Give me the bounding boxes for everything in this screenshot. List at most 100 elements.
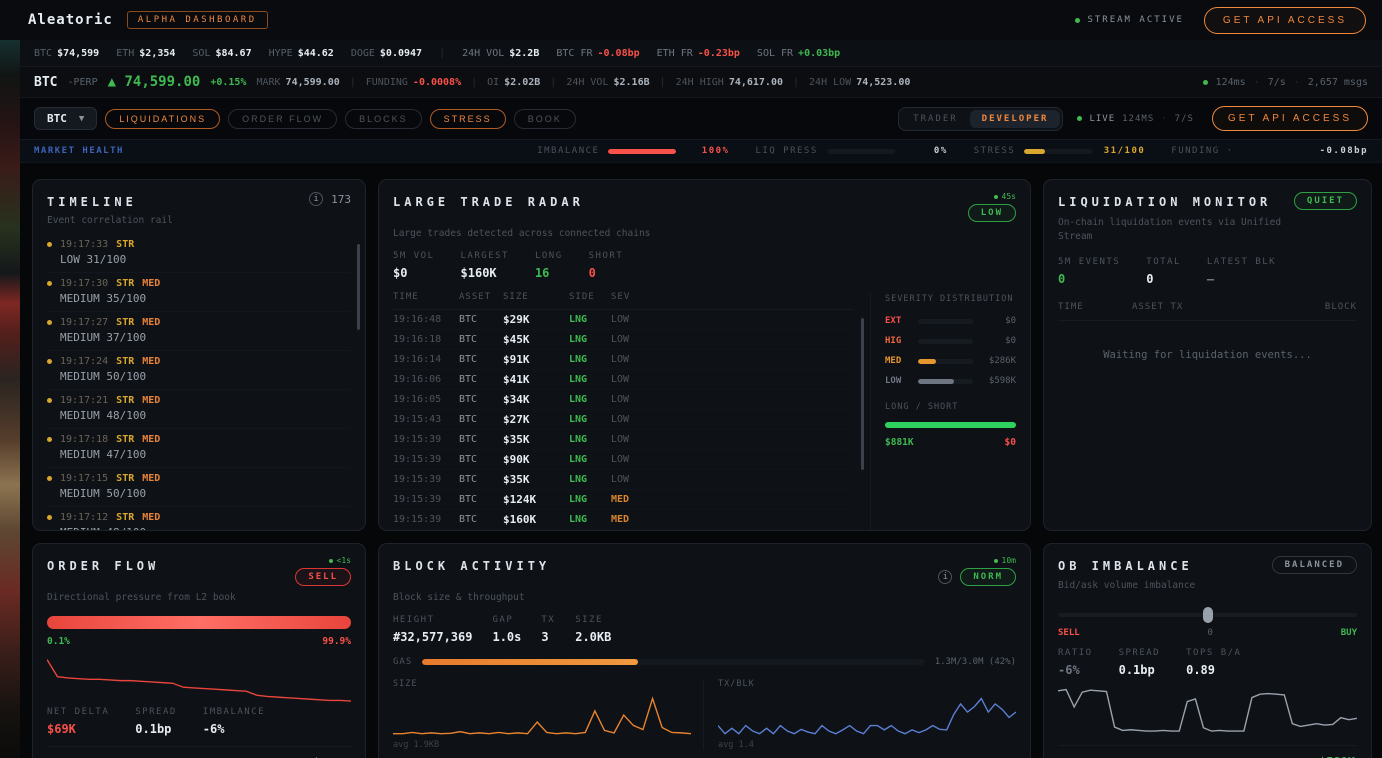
liquidation-monitor-panel: LIQUIDATION MONITOR QUIET On-chain liqui…: [1043, 179, 1372, 531]
orderflow-stats: NET DELTA$69KSPREAD0.1bpIMBALANCE-6%: [47, 707, 351, 736]
radar-table-scrollbar[interactable]: [861, 318, 864, 470]
trade-size: $45K: [503, 333, 569, 346]
event-tag-str: STR: [116, 395, 134, 406]
timeline-event: 19:17:30STRMED MEDIUM 35/100: [47, 273, 351, 312]
severity-row: LOW$598K: [885, 376, 1016, 386]
health-metric-fill: [608, 149, 676, 154]
sell-label: SELL: [1058, 628, 1080, 638]
get-api-access-button-secondary[interactable]: GET API ACCESS: [1212, 106, 1368, 131]
tab-liquidations[interactable]: LIQUIDATIONS: [105, 109, 220, 129]
blocks-stat: GAP1.0s: [492, 615, 521, 644]
event-detail: MEDIUM 35/100: [60, 292, 351, 305]
orderflow-stat-label: IMBALANCE: [203, 707, 265, 717]
tab-order-flow[interactable]: ORDER FLOW: [228, 109, 337, 129]
liquidation-stat-value: 0: [1146, 272, 1181, 286]
trade-severity: MED: [611, 494, 653, 505]
trade-side: LNG: [569, 334, 611, 345]
tab-book[interactable]: BOOK: [514, 109, 576, 129]
ticker-vol-label: 24H VOL: [462, 48, 504, 59]
trade-asset: BTC: [459, 374, 503, 385]
perp-stats: MARK74,599.00|FUNDING-0.0008%|OI$2.02B|2…: [256, 77, 910, 88]
timeline-event: 19:17:15STRMEDMEDIUM 50/100: [47, 468, 351, 507]
ob-imbalance-panel: OB IMBALANCE BALANCED Bid/ask volume imb…: [1043, 543, 1372, 758]
liquidation-title: LIQUIDATION MONITOR: [1058, 192, 1271, 209]
health-metric-fill: [1024, 149, 1045, 154]
liquidation-stats: 5M EVENTS0TOTAL0LATEST BLK—: [1058, 257, 1357, 286]
info-icon[interactable]: i: [938, 570, 952, 584]
event-time: 19:17:24: [60, 356, 108, 367]
liquidation-subtitle: On-chain liquidation events via Unified …: [1058, 216, 1298, 245]
mode-trader[interactable]: TRADER: [901, 110, 970, 128]
event-tag-med: MED: [142, 473, 160, 484]
health-metric-label: FUNDING ·: [1171, 146, 1233, 156]
sell-pct: 99.9%: [322, 636, 351, 647]
severity-label: HIG: [885, 336, 911, 346]
size-sparkline: [393, 693, 691, 737]
event-tag-str: STR: [116, 434, 134, 445]
trade-severity: LOW: [611, 314, 653, 325]
longshort-title: LONG / SHORT: [885, 402, 1016, 412]
alpha-dashboard-badge: ALPHA DASHBOARD: [127, 11, 268, 29]
radar-stat-label: LARGEST: [461, 251, 509, 261]
info-icon[interactable]: i: [309, 192, 323, 206]
timeline-scrollbar[interactable]: [357, 244, 360, 330]
event-tag-str: STR: [116, 473, 134, 484]
radar-stat-label: LONG: [535, 251, 563, 261]
radar-subtitle: Large trades detected across connected c…: [393, 228, 1016, 239]
event-tag-med: MED: [142, 434, 160, 445]
event-detail: MEDIUM 48/100: [60, 409, 351, 422]
ob-title: OB IMBALANCE: [1058, 556, 1193, 573]
perp-stat-value: 74,523.00: [856, 77, 910, 88]
tab-blocks[interactable]: BLOCKS: [345, 109, 422, 129]
live-indicator: LIVE 124MS· 7/S: [1077, 114, 1193, 124]
timeline-event-header: 19:17:30STRMED: [47, 278, 351, 289]
trade-side: LNG: [569, 314, 611, 325]
perp-stat: OI$2.02B: [487, 77, 540, 88]
trade-asset: BTC: [459, 394, 503, 405]
event-time: 19:17:27: [60, 317, 108, 328]
event-detail: MEDIUM 50/100: [60, 487, 351, 500]
blocks-title: BLOCK ACTIVITY: [393, 556, 550, 573]
severity-label: LOW: [885, 376, 911, 386]
trade-time: 19:16:06: [393, 374, 459, 385]
radar-stat-value: 0: [589, 266, 624, 280]
health-metric-bar: [1024, 149, 1092, 154]
event-tag-med: MED: [142, 512, 160, 523]
ticker-item-value: $74,599: [57, 48, 99, 59]
event-dot-icon: [47, 476, 52, 481]
trade-size: $34K: [503, 393, 569, 406]
slider-thumb[interactable]: [1203, 607, 1213, 623]
severity-bar: [918, 319, 973, 324]
tab-stress[interactable]: STRESS: [430, 109, 506, 129]
blocks-subtitle: Block size & throughput: [393, 592, 1016, 603]
health-metric: IMBALANCE100%: [537, 146, 729, 156]
trade-asset: BTC: [459, 454, 503, 465]
timeline-event-header: 19:17:24STRMED: [47, 356, 351, 367]
mode-developer[interactable]: DEVELOPER: [970, 110, 1061, 128]
event-dot-icon: [47, 515, 52, 520]
asset-select[interactable]: BTC ▼: [34, 107, 97, 130]
health-metric: STRESS31/100: [974, 146, 1146, 156]
event-time: 19:17:33: [60, 239, 108, 250]
perp-stat-value: -0.0008%: [413, 77, 461, 88]
perp-stat-value: 74,599.00: [286, 77, 340, 88]
ticker-item-value: $44.62: [298, 48, 334, 59]
trade-asset: BTC: [459, 514, 503, 525]
trade-side: LNG: [569, 434, 611, 445]
orderflow-row: BIDS$580K: [47, 746, 351, 758]
trade-severity: LOW: [611, 434, 653, 445]
trade-asset: BTC: [459, 434, 503, 445]
event-dot-icon: [47, 320, 52, 325]
trade-size: $124K: [503, 493, 569, 506]
event-tag-str: STR: [116, 278, 134, 289]
get-api-access-button[interactable]: GET API ACCESS: [1204, 7, 1366, 34]
ob-stats: RATIO-6%SPREAD0.1bpTOPS B/A0.89: [1058, 648, 1357, 677]
liquidation-stat: TOTAL0: [1146, 257, 1181, 286]
trade-size: $160K: [503, 513, 569, 526]
orderflow-stat: IMBALANCE-6%: [203, 707, 265, 736]
trade-asset: BTC: [459, 334, 503, 345]
radar-freshness: 45s: [994, 192, 1016, 201]
trade-size: $91K: [503, 353, 569, 366]
trade-severity: MED: [611, 514, 653, 525]
timeline-event-header: 19:17:15STRMED: [47, 473, 351, 484]
